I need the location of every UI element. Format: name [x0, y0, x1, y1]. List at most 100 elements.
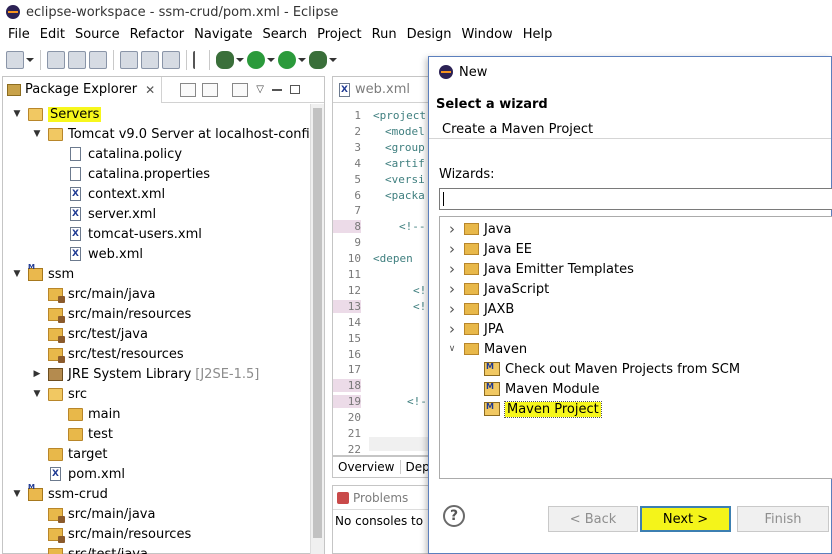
folder-icon [68, 427, 83, 441]
tree-item[interactable]: catalina.properties [51, 164, 210, 184]
external-tools-icon[interactable] [309, 51, 327, 69]
tab-web-xml[interactable]: X web.xml [333, 77, 431, 103]
tree-item[interactable]: Xtomcat-users.xml [51, 224, 202, 244]
close-icon[interactable]: ✕ [145, 83, 155, 97]
wizard-tree-item[interactable]: Maven Project [466, 399, 602, 419]
package-explorer-scrollbar[interactable] [310, 104, 324, 554]
save-icon[interactable] [47, 51, 65, 69]
new-icon[interactable] [6, 51, 24, 69]
wizard-tree-item[interactable]: › JPA [446, 319, 504, 339]
servers-icon[interactable] [162, 51, 180, 69]
wizard-tree-item[interactable]: › Java Emitter Templates [446, 259, 634, 279]
tab-overview[interactable]: Overview [333, 460, 401, 474]
chevron-right-icon[interactable]: ▶ [31, 368, 43, 380]
tree-item[interactable]: Xserver.xml [51, 204, 156, 224]
tree-item[interactable]: ▼ Servers [11, 104, 102, 124]
chevron-down-icon[interactable]: ▼ [11, 268, 23, 280]
menu-item-source[interactable]: Source [70, 27, 125, 42]
next-button[interactable]: Next > [640, 506, 731, 532]
wizard-tree-item[interactable]: ∨ Maven [446, 339, 527, 359]
tree-item-label: target [68, 446, 108, 462]
wizard-filter-input[interactable] [439, 188, 832, 210]
tree-item[interactable]: src/test/java [31, 324, 148, 344]
wizard-tree-item[interactable]: › JAXB [446, 299, 514, 319]
menu-item-search[interactable]: Search [257, 27, 312, 42]
binary-icon[interactable] [120, 51, 138, 69]
help-icon[interactable]: ? [443, 505, 465, 527]
chevron-right-icon[interactable]: › [446, 260, 458, 278]
menu-item-refactor[interactable]: Refactor [125, 27, 190, 42]
wizard-tree-item[interactable]: Check out Maven Projects from SCM [466, 359, 740, 379]
tree-item[interactable]: Xcontext.xml [51, 184, 165, 204]
menu-item-navigate[interactable]: Navigate [189, 27, 257, 42]
print-icon[interactable] [89, 51, 107, 69]
view-menu-icon[interactable]: ▽ [256, 84, 264, 95]
filter-icon[interactable] [232, 82, 249, 97]
tree-item[interactable]: src/main/resources [31, 524, 191, 544]
editor-horizontal-scrollbar[interactable] [369, 437, 431, 451]
chevron-down-icon[interactable] [26, 58, 34, 62]
pin-icon[interactable] [193, 51, 203, 69]
chevron-down-icon[interactable] [236, 58, 244, 62]
chevron-down-icon[interactable]: ▼ [11, 108, 23, 120]
folder-icon [464, 323, 479, 335]
maven-project-icon [28, 483, 43, 501]
scrollbar-thumb[interactable] [313, 108, 322, 538]
finish-button[interactable]: Finish [737, 506, 829, 532]
tree-item[interactable]: ▼ ssm-crud [11, 483, 108, 504]
tree-item[interactable]: ▶ JRE System Library [J2SE-1.5] [31, 364, 260, 384]
chevron-down-icon[interactable]: ▼ [31, 388, 43, 400]
tree-item[interactable]: src/main/java [31, 504, 155, 524]
menu-item-run[interactable]: Run [367, 27, 402, 42]
run-icon[interactable] [247, 51, 265, 69]
tree-item[interactable]: Xpom.xml [31, 464, 125, 484]
tree-item[interactable]: ▼ src [31, 384, 87, 404]
menu-item-help[interactable]: Help [518, 27, 558, 42]
chevron-right-icon[interactable]: › [446, 320, 458, 338]
menu-item-design[interactable]: Design [402, 27, 457, 42]
tree-item[interactable]: src/main/java [31, 284, 155, 304]
back-button[interactable]: < Back [548, 506, 638, 532]
menu-item-window[interactable]: Window [456, 27, 517, 42]
collapse-all-icon[interactable] [180, 82, 197, 97]
tree-item[interactable]: src/main/resources [31, 304, 191, 324]
menu-item-project[interactable]: Project [312, 27, 366, 42]
link-with-editor-icon[interactable] [202, 82, 219, 97]
maximize-icon[interactable] [289, 85, 300, 94]
chevron-right-icon[interactable]: › [446, 300, 458, 318]
run-last-icon[interactable] [278, 51, 296, 69]
tab-package-explorer[interactable]: Package Explorer ✕ [3, 76, 163, 103]
save-all-icon[interactable] [68, 51, 86, 69]
line-number: 13 [333, 299, 361, 313]
chevron-down-icon[interactable] [329, 58, 337, 62]
minimize-icon[interactable] [271, 88, 282, 91]
debug-icon[interactable] [216, 51, 234, 69]
menu-item-edit[interactable]: Edit [35, 27, 70, 42]
chevron-down-icon[interactable] [267, 58, 275, 62]
tab-problems[interactable]: Problems [333, 486, 431, 510]
chevron-right-icon[interactable]: › [446, 280, 458, 298]
tree-item[interactable]: catalina.policy [51, 144, 182, 164]
chevron-down-icon[interactable] [298, 58, 306, 62]
tree-item[interactable]: src/test/java [31, 544, 148, 554]
wizard-tree-item[interactable]: › Java [446, 219, 511, 239]
wizard-tree-item[interactable]: › Java EE [446, 239, 532, 259]
chevron-right-icon[interactable]: › [446, 240, 458, 258]
chevron-down-icon[interactable]: ∨ [446, 344, 458, 354]
chevron-down-icon[interactable]: ▼ [31, 128, 43, 140]
tree-item[interactable]: src/test/resources [31, 344, 184, 364]
terminal-icon[interactable] [141, 51, 159, 69]
tree-item[interactable]: main [51, 404, 120, 424]
tree-item[interactable]: test [51, 424, 113, 444]
tree-item[interactable]: ▼ ssm [11, 263, 75, 284]
window-title: eclipse-workspace - ssm-crud/pom.xml - E… [26, 4, 339, 20]
chevron-right-icon[interactable]: › [446, 220, 458, 238]
folder-icon [464, 243, 479, 255]
menu-item-file[interactable]: File [3, 27, 35, 42]
tree-item[interactable]: target [31, 444, 108, 464]
chevron-down-icon[interactable]: ▼ [11, 488, 23, 500]
tree-item[interactable]: ▼ Tomcat v9.0 Server at localhost-config [31, 124, 309, 144]
wizard-tree-item[interactable]: Maven Module [466, 379, 600, 399]
wizard-tree-item[interactable]: › JavaScript [446, 279, 549, 299]
tree-item[interactable]: Xweb.xml [51, 244, 143, 264]
